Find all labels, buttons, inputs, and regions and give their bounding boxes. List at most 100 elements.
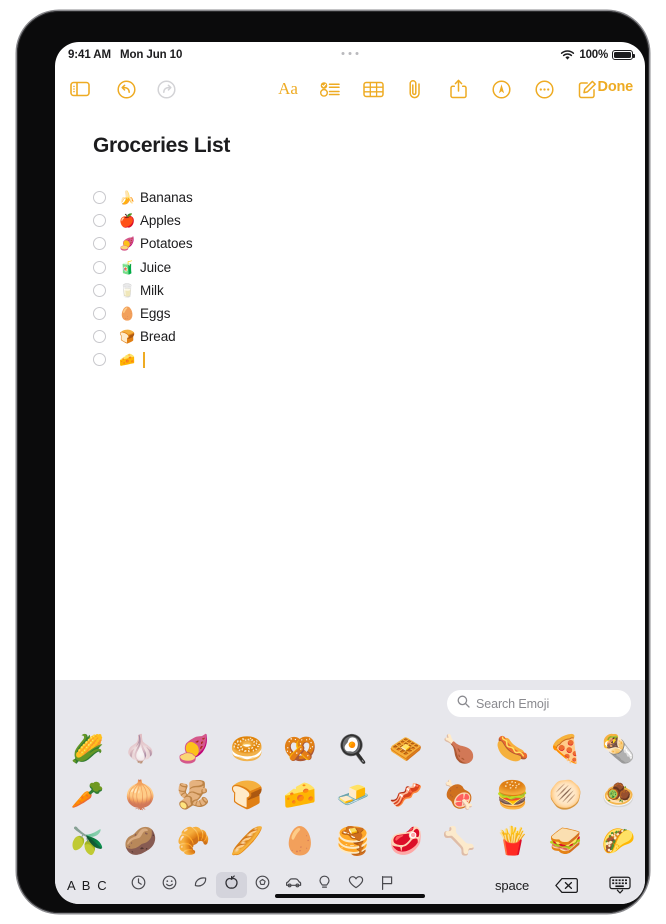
- status-time: 9:41 AM: [68, 49, 111, 61]
- list-item-active[interactable]: 🧀: [93, 348, 493, 371]
- checklist-checkbox[interactable]: [93, 214, 106, 228]
- emoji-button[interactable]: 🍠: [167, 735, 220, 763]
- item-emoji: 🥚: [119, 306, 136, 322]
- multitasking-dots-icon[interactable]: [341, 52, 359, 55]
- list-item[interactable]: 🍌 Bananas: [93, 186, 493, 209]
- redo-icon: [151, 74, 181, 104]
- emoji-button[interactable]: 🧄: [114, 735, 167, 763]
- category-food-drink[interactable]: [216, 872, 247, 898]
- checklist-checkbox[interactable]: [93, 330, 106, 344]
- note-body[interactable]: Groceries List 🍌 Bananas 🍎 Apples 🍠 Pota…: [55, 110, 645, 680]
- status-bar-left: 9:41 AM Mon Jun 10: [68, 49, 182, 61]
- category-animals-nature[interactable]: [185, 872, 216, 898]
- emoji-button[interactable]: 🍖: [433, 781, 486, 809]
- emoji-button[interactable]: 🥚: [273, 827, 326, 855]
- category-smileys-people[interactable]: [154, 872, 185, 898]
- item-emoji: 🍞: [119, 329, 136, 345]
- category-activity[interactable]: [247, 872, 278, 898]
- emoji-button[interactable]: 🥩: [380, 827, 433, 855]
- status-bar-right: 100%: [560, 49, 635, 61]
- checklist-checkbox[interactable]: [93, 353, 106, 367]
- emoji-row: 🌽 🧄 🍠 🥯 🥨 🍳 🧇 🍗 🌭 🍕 🌯: [55, 726, 645, 772]
- emoji-button[interactable]: 🧈: [326, 781, 379, 809]
- delete-backspace-icon[interactable]: [555, 877, 578, 894]
- emoji-button[interactable]: 🍕: [539, 735, 592, 763]
- checklist-checkbox[interactable]: [93, 237, 106, 251]
- page-title: Groceries List: [93, 134, 231, 157]
- space-key[interactable]: space: [495, 878, 529, 893]
- more-ellipsis-icon[interactable]: [529, 74, 559, 104]
- emoji-button[interactable]: 🍞: [220, 781, 273, 809]
- checklist-icon[interactable]: [315, 74, 345, 104]
- item-label: Potatoes: [140, 236, 193, 252]
- search-icon: [457, 695, 470, 713]
- emoji-button[interactable]: 🍳: [326, 735, 379, 763]
- sidebar-toggle-icon[interactable]: [65, 74, 95, 104]
- list-item[interactable]: 🧃 Juice: [93, 256, 493, 279]
- emoji-button[interactable]: 🫚: [167, 781, 220, 809]
- item-emoji: 🧀: [119, 352, 136, 368]
- emoji-button[interactable]: 🧆: [592, 781, 645, 809]
- emoji-button[interactable]: 🧀: [273, 781, 326, 809]
- emoji-button[interactable]: 🌽: [61, 735, 114, 763]
- emoji-button[interactable]: 🧇: [380, 735, 433, 763]
- search-emoji-box[interactable]: Search Emoji: [447, 690, 631, 717]
- checklist-checkbox[interactable]: [93, 260, 106, 274]
- emoji-row: 🥕 🧅 🫚 🍞 🧀 🧈 🥓 🍖 🍔 🫓 🧆: [55, 772, 645, 818]
- emoji-button[interactable]: 🥪: [539, 827, 592, 855]
- emoji-button[interactable]: 🥐: [167, 827, 220, 855]
- list-item[interactable]: 🥛 Milk: [93, 279, 493, 302]
- list-item[interactable]: 🍎 Apples: [93, 209, 493, 232]
- item-emoji: 🍎: [119, 213, 136, 229]
- done-button[interactable]: Done: [598, 79, 634, 95]
- emoji-button[interactable]: 🌮: [592, 827, 645, 855]
- checklist-checkbox[interactable]: [93, 191, 106, 205]
- item-emoji: 🥛: [119, 282, 136, 298]
- item-label: Milk: [140, 282, 164, 298]
- checklist-checkbox[interactable]: [93, 283, 106, 297]
- apple-food-icon: [224, 875, 239, 895]
- undo-icon[interactable]: [111, 74, 141, 104]
- wifi-icon: [560, 49, 575, 61]
- emoji-button[interactable]: 🫒: [61, 827, 114, 855]
- checklist-checkbox[interactable]: [93, 307, 106, 321]
- text-format-button[interactable]: Aa: [273, 74, 303, 104]
- home-indicator[interactable]: [275, 894, 425, 898]
- status-bar: 9:41 AM Mon Jun 10 100%: [55, 42, 645, 68]
- paperclip-icon[interactable]: [400, 74, 430, 104]
- item-emoji: 🍌: [119, 190, 136, 206]
- emoji-button[interactable]: 🧅: [114, 781, 167, 809]
- emoji-button[interactable]: 🌭: [486, 735, 539, 763]
- emoji-button[interactable]: 🥖: [220, 827, 273, 855]
- item-label: Eggs: [140, 306, 171, 322]
- emoji-button[interactable]: 🍗: [433, 735, 486, 763]
- emoji-button[interactable]: 🥞: [326, 827, 379, 855]
- emoji-button[interactable]: 🍟: [486, 827, 539, 855]
- text-cursor: [143, 351, 145, 368]
- share-icon[interactable]: [443, 74, 473, 104]
- emoji-button[interactable]: 🦴: [433, 827, 486, 855]
- emoji-button[interactable]: 🥯: [220, 735, 273, 763]
- emoji-button[interactable]: 🥔: [114, 827, 167, 855]
- emoji-button[interactable]: 🫓: [539, 781, 592, 809]
- list-item[interactable]: 🍠 Potatoes: [93, 232, 493, 255]
- list-item[interactable]: 🥚 Eggs: [93, 302, 493, 325]
- item-emoji: 🍠: [119, 236, 136, 252]
- list-item[interactable]: 🍞 Bread: [93, 325, 493, 348]
- category-recents[interactable]: [123, 872, 154, 898]
- dismiss-keyboard-icon[interactable]: [609, 876, 631, 894]
- notes-toolbar: Aa Done: [55, 68, 645, 110]
- emoji-button[interactable]: 🥨: [273, 735, 326, 763]
- heart-symbols-icon: [348, 875, 364, 895]
- item-label: Bread: [140, 329, 176, 345]
- search-emoji-field[interactable]: Search Emoji: [447, 690, 631, 717]
- smiley-icon: [162, 875, 177, 895]
- emoji-button[interactable]: 🥕: [61, 781, 114, 809]
- emoji-button[interactable]: 🌯: [592, 735, 645, 763]
- abc-keyboard-button[interactable]: A B C: [67, 878, 108, 893]
- emoji-button[interactable]: 🥓: [380, 781, 433, 809]
- markup-pen-icon[interactable]: [486, 74, 516, 104]
- table-icon[interactable]: [358, 74, 388, 104]
- flag-icon: [380, 875, 394, 896]
- emoji-button[interactable]: 🍔: [486, 781, 539, 809]
